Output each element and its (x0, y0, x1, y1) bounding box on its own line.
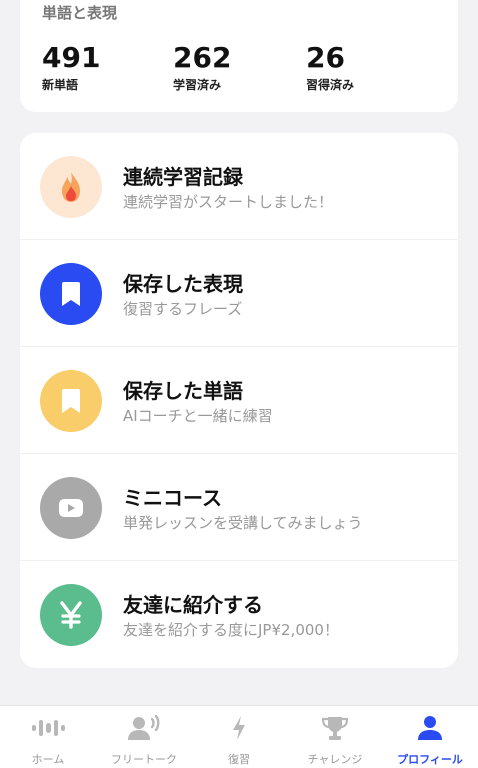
stat-learned: 262 学習済み (173, 42, 231, 93)
menu-item-title: 友達に紹介する (123, 593, 263, 617)
stat-label: 学習済み (173, 78, 222, 92)
menu-item-mini-course[interactable]: ミニコース 単発レッスンを受講してみましょう (20, 454, 458, 561)
tab-free-talk[interactable]: フリートーク (96, 706, 192, 768)
stats-card: 単語と表現 491 新単語 262 学習済み 26 習得済み (20, 0, 458, 112)
menu-item-title: 保存した単語 (123, 379, 243, 403)
bottom-tab-bar: ホーム フリートーク 復習 チャレンジ プロフィール (0, 705, 478, 768)
stat-value: 491 (42, 41, 101, 74)
yen-icon (40, 584, 102, 646)
menu-card: 連続学習記録 連続学習がスタートしました！ 保存した表現 復習するフレーズ 保存… (20, 133, 458, 668)
tab-label: フリートーク (111, 753, 177, 766)
tab-home[interactable]: ホーム (0, 706, 96, 768)
lightning-icon (221, 714, 257, 742)
menu-item-streak[interactable]: 連続学習記録 連続学習がスタートしました！ (20, 133, 458, 240)
stat-label: 習得済み (306, 78, 355, 92)
flame-icon (40, 156, 102, 218)
menu-item-subtitle: 復習するフレーズ (123, 300, 243, 318)
tab-label: ホーム (31, 753, 65, 766)
stat-value: 262 (173, 41, 232, 74)
bookmark-icon (40, 263, 102, 325)
tab-challenge[interactable]: チャレンジ (287, 706, 383, 768)
bookmark-icon (40, 370, 102, 432)
menu-item-saved-expressions[interactable]: 保存した表現 復習するフレーズ (20, 240, 458, 347)
tab-label: チャレンジ (307, 753, 363, 766)
menu-item-saved-words[interactable]: 保存した単語 AIコーチと一緒に練習 (20, 347, 458, 454)
tab-profile[interactable]: プロフィール (382, 706, 478, 768)
tab-review[interactable]: 復習 (191, 706, 287, 768)
menu-item-refer-friend[interactable]: 友達に紹介する 友達を紹介する度にJP¥2,000！ (20, 561, 458, 668)
person-icon (412, 714, 448, 742)
menu-item-subtitle: 連続学習がスタートしました！ (123, 193, 334, 211)
speaking-person-icon (126, 714, 162, 742)
stats-title: 単語と表現 (42, 4, 118, 22)
menu-item-subtitle: AIコーチと一緒に練習 (123, 407, 273, 425)
waveform-icon (30, 714, 66, 742)
play-icon (40, 477, 102, 539)
stat-value: 26 (306, 41, 345, 74)
menu-item-title: ミニコース (123, 486, 222, 510)
menu-item-subtitle: 単発レッスンを受講してみましょう (123, 514, 363, 532)
menu-item-subtitle: 友達を紹介する度にJP¥2,000！ (123, 621, 339, 639)
tab-label: 復習 (228, 753, 250, 766)
stat-new-words: 491 新単語 (42, 42, 100, 93)
menu-item-title: 連続学習記録 (123, 165, 243, 189)
trophy-icon (317, 714, 353, 742)
stat-label: 新単語 (42, 78, 79, 92)
menu-item-title: 保存した表現 (123, 272, 243, 296)
tab-label: プロフィール (397, 753, 463, 766)
stat-mastered: 26 習得済み (306, 42, 354, 93)
